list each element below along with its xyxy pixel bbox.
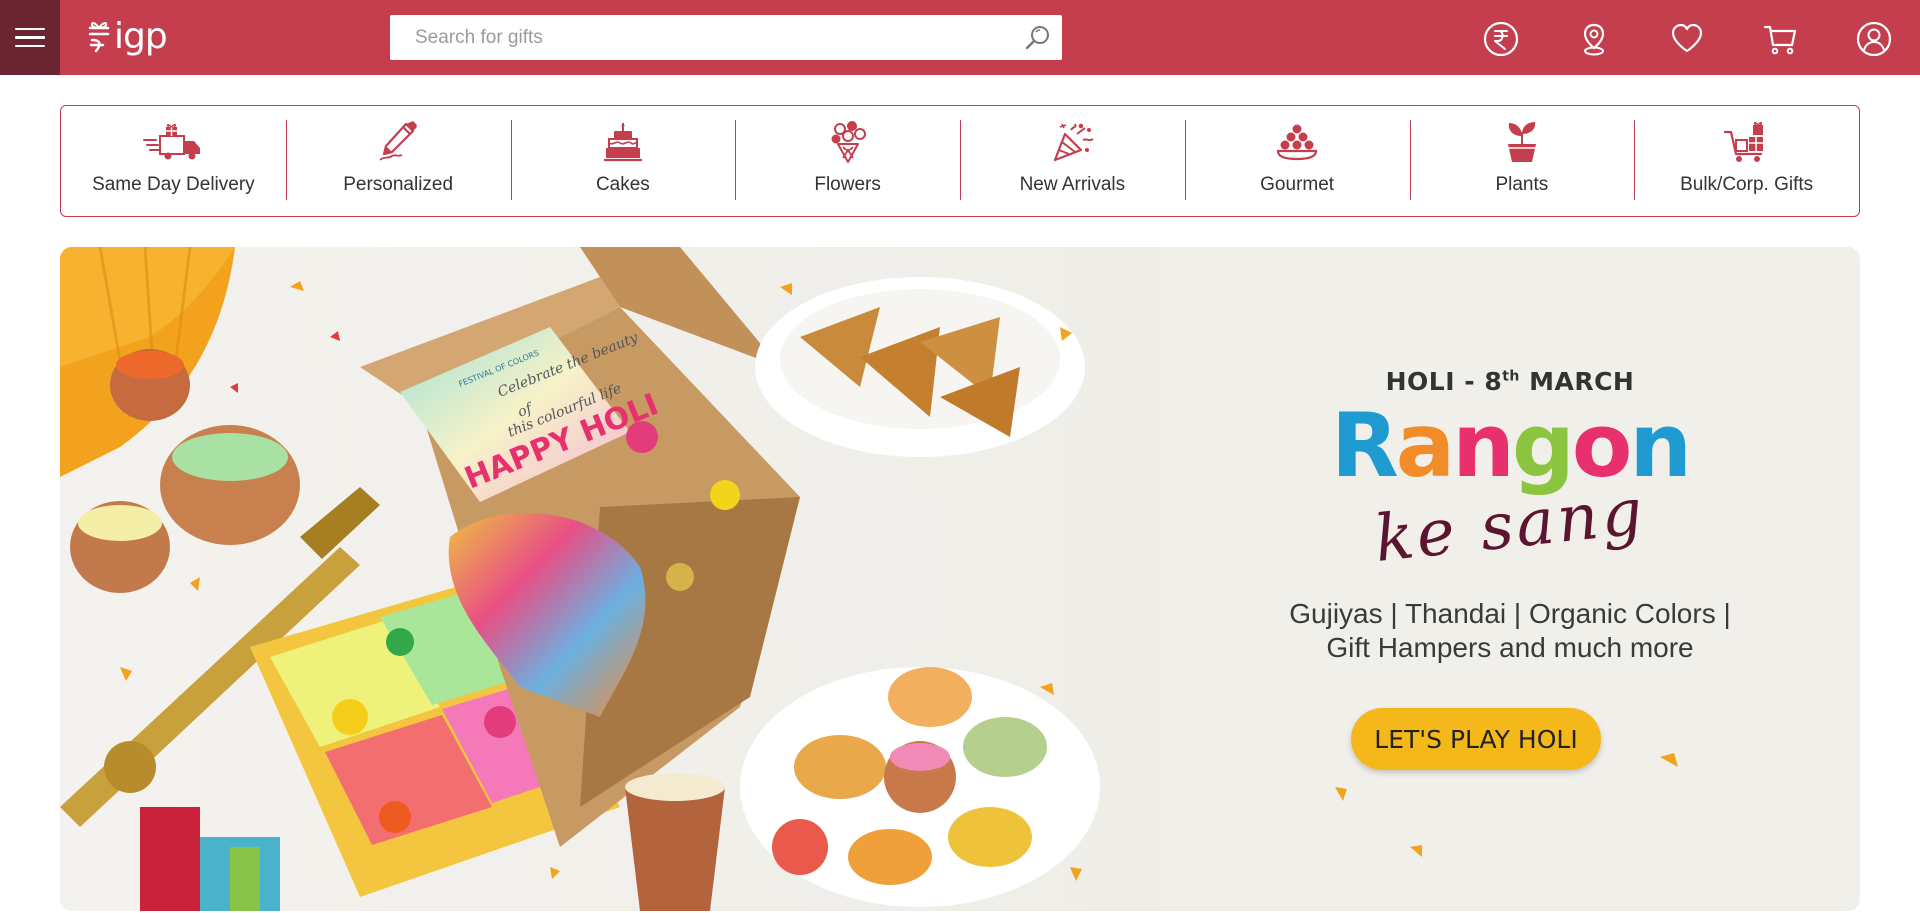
banner-copy: HOLI - 8th MARCH Rangon ke sang Gujiyas … — [1120, 247, 1860, 911]
banner-description-line1: Gujiyas | Thandai | Organic Colors | — [1289, 598, 1731, 629]
heart-icon[interactable] — [1668, 20, 1706, 58]
holi-date-month: MARCH — [1529, 367, 1635, 396]
headline-letter: g — [1511, 394, 1575, 497]
menu-icon-bar — [15, 44, 45, 48]
user-account-icon[interactable] — [1855, 20, 1893, 58]
holi-date-prefix: HOLI - 8 — [1385, 367, 1503, 396]
cart-icon[interactable] — [1762, 20, 1800, 58]
gift-cart-icon — [1723, 122, 1763, 162]
category-label: New Arrivals — [1019, 174, 1126, 195]
headline-letter: a — [1395, 394, 1455, 497]
location-pin-icon[interactable] — [1575, 20, 1613, 58]
banner-description: Gujiyas | Thandai | Organic Colors | Gif… — [1120, 597, 1860, 665]
bouquet-icon — [831, 121, 866, 163]
category-gourmet[interactable]: Gourmet — [1184, 106, 1410, 216]
rupee-currency-icon[interactable] — [1482, 20, 1520, 58]
top-header: igp — [0, 0, 1920, 75]
banner-description-line2: Gift Hampers and much more — [1326, 632, 1694, 663]
category-cakes[interactable]: Cakes — [510, 106, 736, 216]
category-label: Personalized — [343, 174, 454, 195]
cake-icon — [603, 123, 642, 162]
menu-button[interactable] — [0, 0, 60, 75]
category-label: Same Day Delivery — [92, 174, 255, 195]
search-bar — [390, 15, 1062, 60]
sweets-platter-icon — [1277, 124, 1318, 161]
delivery-truck-icon — [143, 124, 201, 160]
category-label: Plants — [1495, 174, 1549, 195]
party-popper-icon — [1054, 123, 1094, 162]
category-strip: Same Day Delivery Personalized Cakes Flo… — [60, 105, 1860, 217]
category-label: Flowers — [814, 174, 881, 195]
lets-play-holi-button[interactable]: LET'S PLAY HOLI — [1351, 708, 1601, 770]
pencil-icon — [379, 121, 417, 161]
category-same-day-delivery[interactable]: Same Day Delivery — [61, 106, 286, 216]
gift-logo-icon — [88, 22, 110, 53]
category-new-arrivals[interactable]: New Arrivals — [960, 106, 1185, 216]
holi-hero-banner[interactable]: Celebrate the beauty of this colourful l… — [60, 247, 1860, 911]
menu-icon-bar — [15, 36, 45, 39]
category-label: Gourmet — [1260, 174, 1335, 195]
search-input[interactable] — [390, 15, 1062, 60]
logo-text: igp — [114, 16, 168, 57]
headline-letter: n — [1452, 394, 1515, 497]
search-icon[interactable] — [1024, 24, 1052, 52]
holi-date-suffix: th — [1502, 368, 1520, 385]
category-label: Bulk/Corp. Gifts — [1680, 174, 1814, 195]
category-plants[interactable]: Plants — [1409, 106, 1635, 216]
menu-icon-bar — [15, 27, 45, 31]
category-personalized[interactable]: Personalized — [285, 106, 511, 216]
category-flowers[interactable]: Flowers — [735, 106, 960, 216]
headline-letter: R — [1331, 394, 1399, 497]
category-label: Cakes — [595, 174, 650, 195]
holi-hamper-product-image: Celebrate the beauty of this colourful l… — [60, 247, 1160, 911]
holi-date-line: HOLI - 8th MARCH — [1120, 367, 1860, 396]
igp-logo[interactable]: igp — [86, 16, 168, 58]
category-bulk-corp-gifts[interactable]: Bulk/Corp. Gifts — [1634, 106, 1859, 216]
potted-plant-icon — [1507, 122, 1536, 162]
